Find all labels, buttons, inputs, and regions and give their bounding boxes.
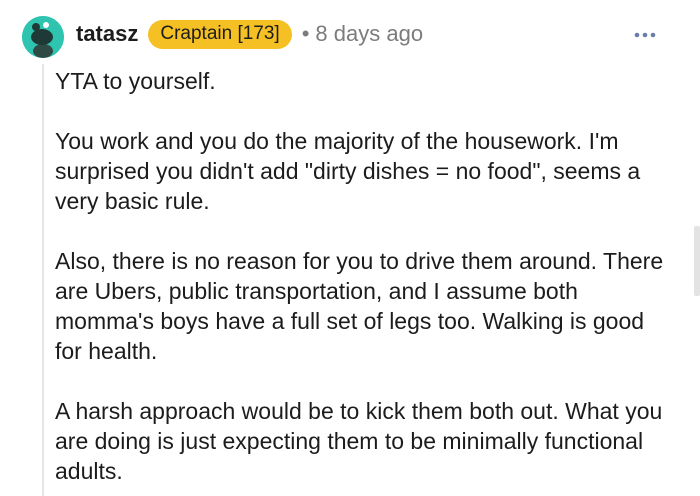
user-flair: Craptain [173] — [148, 19, 292, 49]
snoo-avatar-icon — [22, 16, 64, 58]
comment: tatasz Craptain [173] • 8 days ago YTA t… — [0, 0, 700, 496]
separator-dot: • — [301, 21, 310, 46]
more-options-button[interactable] — [628, 20, 662, 50]
comment-paragraph: A harsh approach would be to kick them b… — [55, 398, 663, 484]
scrollbar[interactable] — [694, 226, 700, 296]
comment-paragraph: YTA to yourself. — [55, 68, 216, 94]
comment-paragraph: You work and you do the majority of the … — [55, 128, 641, 214]
comment-paragraph: Also, there is no reason for you to driv… — [55, 248, 664, 364]
timestamp: 8 days ago — [315, 21, 424, 46]
comment-header: tatasz Craptain [173] • 8 days ago — [76, 16, 423, 52]
avatar[interactable] — [22, 16, 64, 58]
comment-body: YTA to yourself. You work and you do the… — [55, 66, 675, 496]
thread-line[interactable] — [42, 64, 44, 496]
username[interactable]: tatasz — [76, 21, 138, 47]
more-options-icon — [634, 32, 656, 38]
